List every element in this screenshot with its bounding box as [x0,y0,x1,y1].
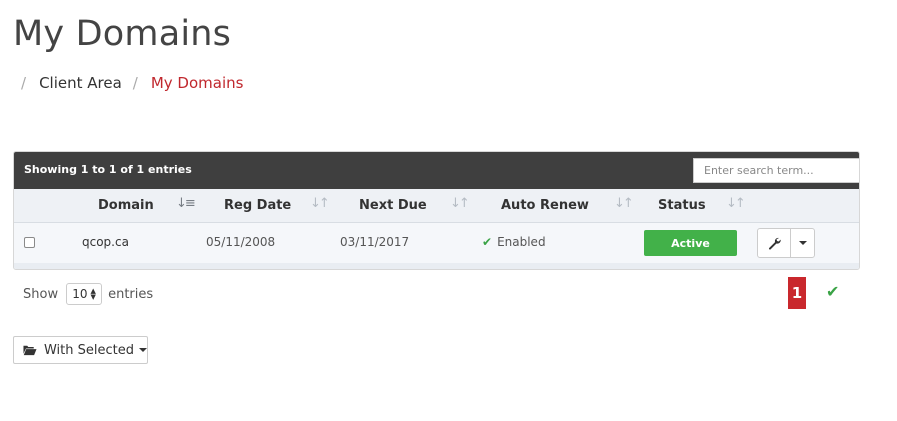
search-input[interactable] [693,158,859,183]
row-select-checkbox[interactable] [24,237,35,248]
select-arrows-icon: ▲ ▼ [90,287,96,301]
breadcrumb-separator: / [21,74,27,92]
length-select[interactable]: 10 ▲ ▼ [66,283,103,305]
domains-table: Showing 1 to 1 of 1 entries Domain ↓≡ Re… [13,151,860,270]
page-title: My Domains [13,14,232,54]
wrench-icon [768,237,781,250]
length-value: 10 [72,287,88,301]
col-header-status[interactable]: Status [658,198,706,213]
auto-renew-label: Enabled [497,235,546,249]
length-control: Show 10 ▲ ▼ entries [23,283,153,305]
manage-button[interactable] [758,229,791,257]
table-footer-strip [14,263,859,269]
sort-icon[interactable]: ↓↑ [310,196,330,211]
breadcrumb-client-area[interactable]: Client Area [39,74,122,92]
sort-icon[interactable]: ↓≡ [176,196,196,211]
table-info: Showing 1 to 1 of 1 entries [24,163,192,176]
length-prefix: Show [23,286,59,302]
breadcrumb: / Client Area / My Domains [21,74,243,92]
with-selected-button[interactable]: With Selected [13,336,148,364]
column-header-row: Domain ↓≡ Reg Date ↓↑ Next Due ↓↑ Auto R… [14,189,859,223]
sort-icon[interactable]: ↓↑ [726,196,746,211]
caret-down-icon [798,241,807,245]
checkmark-icon: ✔ [482,235,493,249]
col-header-next-due[interactable]: Next Due [359,198,427,213]
auto-renew-cell: ✔ Enabled [482,235,546,249]
sort-icon[interactable]: ↓↑ [614,196,634,211]
table-row[interactable]: qcop.ca 05/11/2008 03/11/2017 ✔ Enabled A… [14,223,859,263]
pagination-current-page[interactable]: 1 [788,277,806,309]
col-header-auto-renew[interactable]: Auto Renew [501,198,589,213]
row-actions-button-group [757,228,815,258]
length-suffix: entries [108,286,154,302]
checkmark-icon: ✔ [826,282,840,301]
with-selected-label: With Selected [43,342,134,358]
col-header-domain[interactable]: Domain [98,198,154,213]
folder-open-icon [23,345,37,356]
col-header-reg-date[interactable]: Reg Date [224,198,291,213]
reg-date-cell: 05/11/2008 [206,235,276,249]
next-due-cell: 03/11/2017 [340,235,410,249]
table-header-bar: Showing 1 to 1 of 1 entries [14,152,859,189]
caret-down-icon [139,348,147,352]
domain-cell[interactable]: qcop.ca [82,235,129,249]
breadcrumb-my-domains: My Domains [150,74,244,92]
status-badge: Active [644,230,737,256]
sort-icon[interactable]: ↓↑ [450,196,470,211]
breadcrumb-separator: / [132,74,138,92]
row-actions-dropdown-toggle[interactable] [791,229,814,257]
